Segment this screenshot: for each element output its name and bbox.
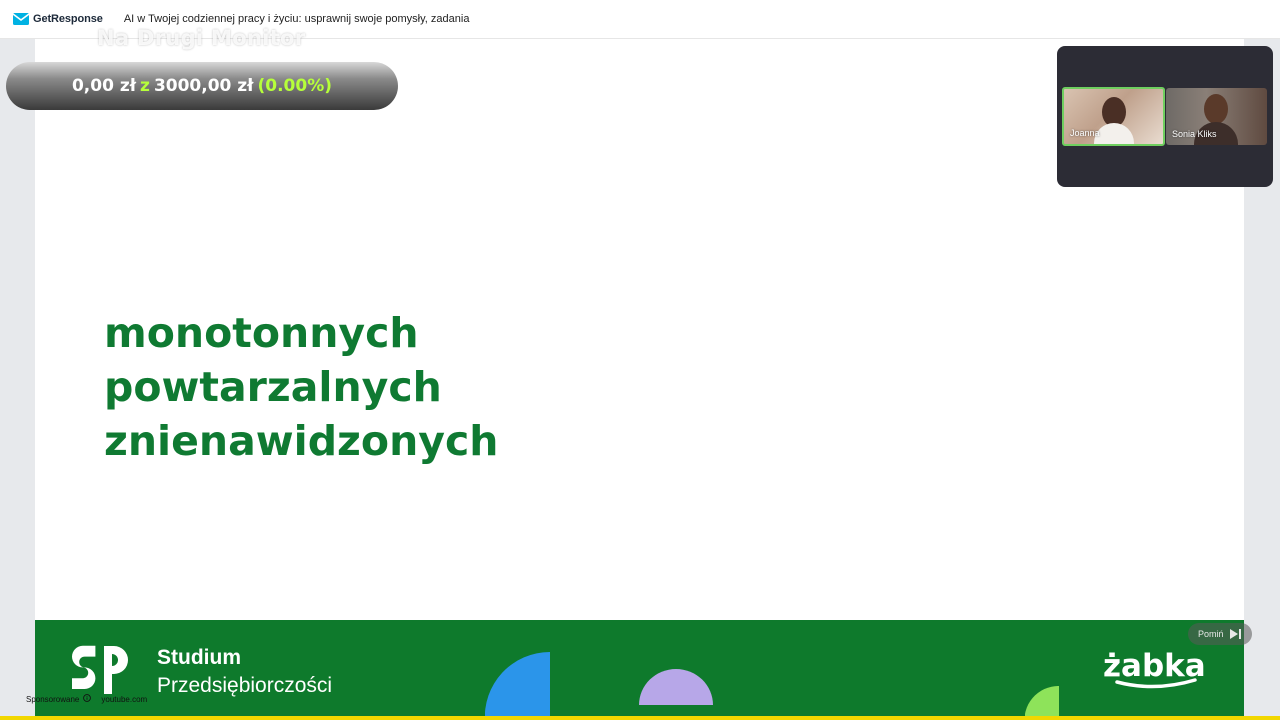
decor-blue-shape xyxy=(485,652,550,720)
ad-progress-bar[interactable] xyxy=(0,716,1280,720)
studium-wordmark: Studium Przedsiębiorczości xyxy=(157,644,332,700)
participant-video-body xyxy=(1094,123,1134,144)
slide-word: powtarzalnych xyxy=(104,363,442,411)
participant-name: Sonia Kliks xyxy=(1172,129,1217,139)
sponsor-footer: Studium Przedsiębiorczości żabka xyxy=(35,620,1244,720)
studium-logo-icon xyxy=(72,645,128,694)
webinar-title: AI w Twojej codziennej pracy i życiu: us… xyxy=(123,13,470,25)
getresponse-logo[interactable]: GetResponse xyxy=(13,13,103,25)
skip-next-icon xyxy=(1229,629,1242,639)
donation-percent: (0.00%) xyxy=(257,76,333,96)
donation-separator: z xyxy=(140,76,150,96)
zabka-logo: żabka xyxy=(1103,648,1206,689)
participant-tile[interactable]: Sonia Kliks xyxy=(1166,88,1267,145)
sponsored-label: Sponsorowane xyxy=(26,694,80,704)
skip-ad-button[interactable]: Pomiń xyxy=(1188,623,1252,645)
skip-ad-label: Pomiń xyxy=(1198,629,1224,639)
donation-goal: 3000,00 zł xyxy=(153,76,254,96)
studium-line1: Studium xyxy=(157,646,241,669)
participants-panel[interactable]: Joanna Sonia Kliks xyxy=(1057,46,1273,187)
participant-name: Joanna xyxy=(1070,128,1100,138)
participant-video xyxy=(1204,94,1228,124)
slide-word-list: monotonnych powtarzalnych znienawidzonyc… xyxy=(104,306,499,468)
participant-tile[interactable]: Joanna xyxy=(1062,87,1165,146)
decor-purple-shape xyxy=(639,669,713,705)
sponsored-label-row: Sponsorowane youtube.com xyxy=(26,694,147,704)
decor-lime-shape xyxy=(1025,686,1059,720)
ad-domain-link[interactable]: youtube.com xyxy=(101,695,147,704)
left-margin xyxy=(0,39,35,720)
donation-current: 0,00 zł xyxy=(71,76,137,96)
envelope-icon xyxy=(13,13,29,25)
info-icon[interactable] xyxy=(83,694,92,704)
slide-word: monotonnych xyxy=(104,309,419,357)
channel-watermark: Na Drugi Monitor xyxy=(97,26,306,50)
studium-line2: Przedsiębiorczości xyxy=(157,674,333,697)
donation-progress-bar: 0,00 zł z 3000,00 zł (0.00%) xyxy=(6,62,398,110)
svg-text:żabka: żabka xyxy=(1103,648,1206,684)
brand-name: GetResponse xyxy=(33,13,103,25)
slide-word: znienawidzonych xyxy=(104,417,499,465)
